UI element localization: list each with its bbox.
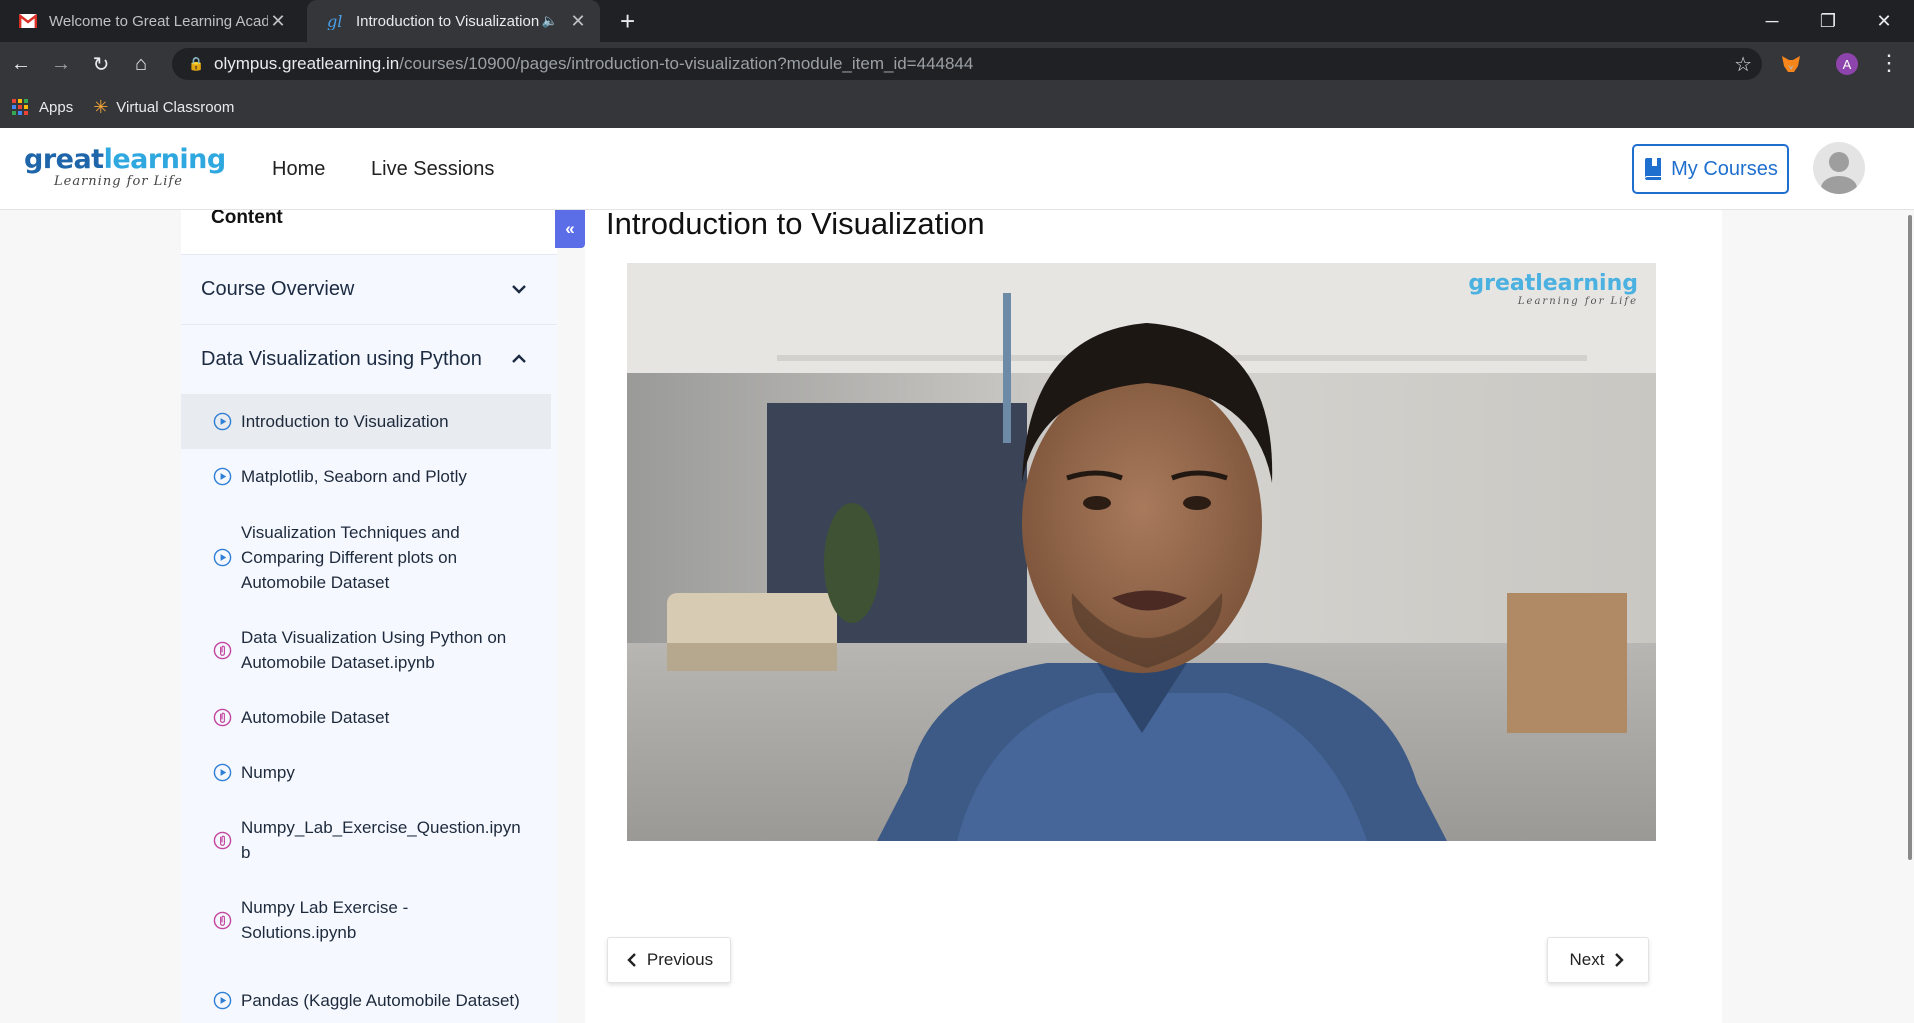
lock-icon: 🔒 bbox=[188, 56, 205, 71]
page-body: Content Course Overview Data Visualizati… bbox=[0, 206, 1914, 1023]
bookmarks-bar: Apps ✳ Virtual Classroom bbox=[0, 86, 1914, 128]
item-label: Pandas (Kaggle Automobile Dataset) bbox=[241, 990, 520, 1010]
tab-title: Introduction to Visualization bbox=[356, 12, 540, 30]
next-button[interactable]: Next bbox=[1547, 937, 1649, 983]
item-label: Automobile Dataset bbox=[241, 708, 390, 727]
attachment-icon bbox=[213, 708, 232, 727]
item-label: Numpy_Lab_Exercise_Question.ipynb bbox=[241, 818, 521, 862]
video-play-icon bbox=[213, 763, 232, 782]
section-label: Data Visualization using Python bbox=[201, 348, 482, 370]
close-tab-icon[interactable]: ✕ bbox=[568, 11, 588, 32]
sidebar-item-numpy[interactable]: Numpy bbox=[181, 745, 551, 800]
greatlearning-icon: gl bbox=[325, 12, 344, 31]
greatlearning-logo[interactable]: greatlearning Learning for Life bbox=[24, 144, 227, 190]
url-host: olympus.greatlearning.in bbox=[214, 54, 400, 73]
chevron-down-icon bbox=[512, 285, 526, 294]
video-play-icon bbox=[213, 467, 232, 486]
main-content: Introduction to Visualization greatlearn… bbox=[585, 206, 1722, 1023]
nav-home[interactable]: Home bbox=[272, 158, 325, 181]
attachment-icon bbox=[213, 831, 232, 849]
nav-live-sessions[interactable]: Live Sessions bbox=[371, 158, 494, 181]
browser-tab-bar: Welcome to Great Learning Acad ✕ gl Intr… bbox=[0, 0, 1914, 42]
video-frame-image bbox=[627, 263, 1656, 841]
section-data-visualization[interactable]: Data Visualization using Python bbox=[181, 324, 557, 394]
home-icon[interactable]: ⌂ bbox=[128, 51, 154, 77]
video-watermark-tagline: Learning for Life bbox=[1517, 296, 1638, 307]
video-play-icon bbox=[213, 991, 232, 1009]
item-label: Numpy bbox=[241, 763, 295, 782]
sidebar-heading: Content bbox=[211, 210, 283, 228]
minimize-icon[interactable]: ─ bbox=[1744, 0, 1800, 42]
bookmark-label: Virtual Classroom bbox=[116, 98, 235, 116]
sidebar-item-introduction[interactable]: Introduction to Visualization bbox=[181, 394, 551, 449]
video-watermark-logo: greatlearning bbox=[1468, 271, 1638, 296]
restore-icon[interactable]: ❐ bbox=[1800, 0, 1856, 42]
site-header: greatlearning Learning for Life Home Liv… bbox=[0, 128, 1914, 210]
sidebar-item-dataviz-notebook[interactable]: Data Visualization Using Python on Autom… bbox=[181, 610, 551, 690]
sidebar-item-numpy-lab-question[interactable]: Numpy_Lab_Exercise_Question.ipynb bbox=[181, 800, 551, 880]
bookmark-label: Apps bbox=[39, 98, 74, 116]
svg-text:gl: gl bbox=[327, 12, 342, 30]
sidebar-item-automobile-dataset[interactable]: Automobile Dataset bbox=[181, 690, 551, 745]
browser-menu-icon[interactable]: ⋮ bbox=[1878, 50, 1900, 76]
page-title: Introduction to Visualization bbox=[606, 206, 985, 241]
logo-word-great: great bbox=[24, 144, 104, 175]
tab-active[interactable]: gl Introduction to Visualization 🔈 ✕ bbox=[307, 0, 600, 42]
address-bar-row: ← → ↻ ⌂ 🔒 olympus.greatlearning.in/cours… bbox=[0, 42, 1914, 86]
profile-avatar[interactable]: A bbox=[1836, 53, 1858, 75]
virtual-classroom-icon: ✳ bbox=[93, 96, 109, 117]
metamask-extension-icon[interactable] bbox=[1780, 53, 1802, 75]
previous-button[interactable]: Previous bbox=[607, 937, 731, 983]
attachment-icon bbox=[213, 911, 232, 929]
item-label: Numpy Lab Exercise - Solutions.ipynb bbox=[241, 898, 409, 942]
collapse-sidebar-button[interactable]: « bbox=[555, 210, 585, 248]
video-player[interactable]: greatlearning Learning for Life bbox=[627, 263, 1656, 841]
sidebar-item-numpy-lab-solutions[interactable]: Numpy Lab Exercise - Solutions.ipynb bbox=[181, 880, 551, 960]
item-label: Matplotlib, Seaborn and Plotly bbox=[241, 467, 467, 486]
my-courses-label: My Courses bbox=[1671, 157, 1778, 180]
tab-gmail[interactable]: Welcome to Great Learning Acad ✕ bbox=[0, 0, 300, 42]
logo-tagline: Learning for Life bbox=[54, 174, 183, 189]
gmail-icon bbox=[18, 12, 37, 31]
bookmark-star-icon[interactable]: ☆ bbox=[1734, 52, 1752, 77]
sidebar-item-matplotlib[interactable]: Matplotlib, Seaborn and Plotly bbox=[181, 449, 551, 504]
url-input[interactable]: 🔒 olympus.greatlearning.in/courses/10900… bbox=[172, 48, 1762, 80]
logo-word-learning: learning bbox=[103, 144, 227, 175]
chevron-right-icon bbox=[1615, 953, 1625, 967]
sidebar-item-pandas[interactable]: Pandas (Kaggle Automobile Dataset) bbox=[181, 960, 551, 1023]
user-avatar[interactable] bbox=[1813, 142, 1865, 194]
item-label: Introduction to Visualization bbox=[241, 412, 449, 431]
close-window-icon[interactable]: ✕ bbox=[1856, 0, 1912, 42]
speaker-icon[interactable]: 🔈 bbox=[542, 13, 558, 29]
forward-icon[interactable]: → bbox=[48, 51, 74, 77]
video-play-icon bbox=[213, 412, 232, 431]
back-icon[interactable]: ← bbox=[8, 51, 34, 77]
section-course-overview[interactable]: Course Overview bbox=[181, 254, 557, 324]
video-watermark: greatlearning Learning for Life bbox=[1468, 271, 1638, 307]
item-label: Data Visualization Using Python on Autom… bbox=[241, 628, 507, 672]
chevron-up-icon bbox=[512, 354, 526, 363]
apps-grid-icon bbox=[12, 98, 29, 116]
chevron-left-icon bbox=[627, 953, 636, 967]
attachment-icon bbox=[213, 641, 232, 659]
item-label: Visualization Techniques and Comparing D… bbox=[241, 522, 460, 592]
bookmark-apps[interactable]: Apps bbox=[12, 98, 74, 116]
sidebar-item-visualization-techniques[interactable]: Visualization Techniques and Comparing D… bbox=[181, 504, 551, 610]
my-courses-button[interactable]: My Courses bbox=[1632, 144, 1789, 194]
new-tab-button[interactable]: + bbox=[620, 8, 635, 34]
previous-label: Previous bbox=[646, 950, 714, 969]
section-label: Course Overview bbox=[201, 278, 355, 300]
reload-icon[interactable]: ↻ bbox=[88, 51, 114, 77]
tab-title: Welcome to Great Learning Acad bbox=[49, 12, 268, 30]
book-icon bbox=[1645, 158, 1662, 180]
course-content-sidebar: Content Course Overview Data Visualizati… bbox=[181, 210, 557, 1023]
video-play-icon bbox=[213, 548, 232, 566]
user-silhouette-icon bbox=[1821, 152, 1857, 194]
page-scrollbar[interactable] bbox=[1908, 215, 1912, 860]
bookmark-virtual-classroom[interactable]: ✳ Virtual Classroom bbox=[93, 97, 234, 118]
close-tab-icon[interactable]: ✕ bbox=[268, 11, 288, 32]
url-path: /courses/10900/pages/introduction-to-vis… bbox=[399, 54, 974, 73]
next-label: Next bbox=[1569, 950, 1605, 969]
